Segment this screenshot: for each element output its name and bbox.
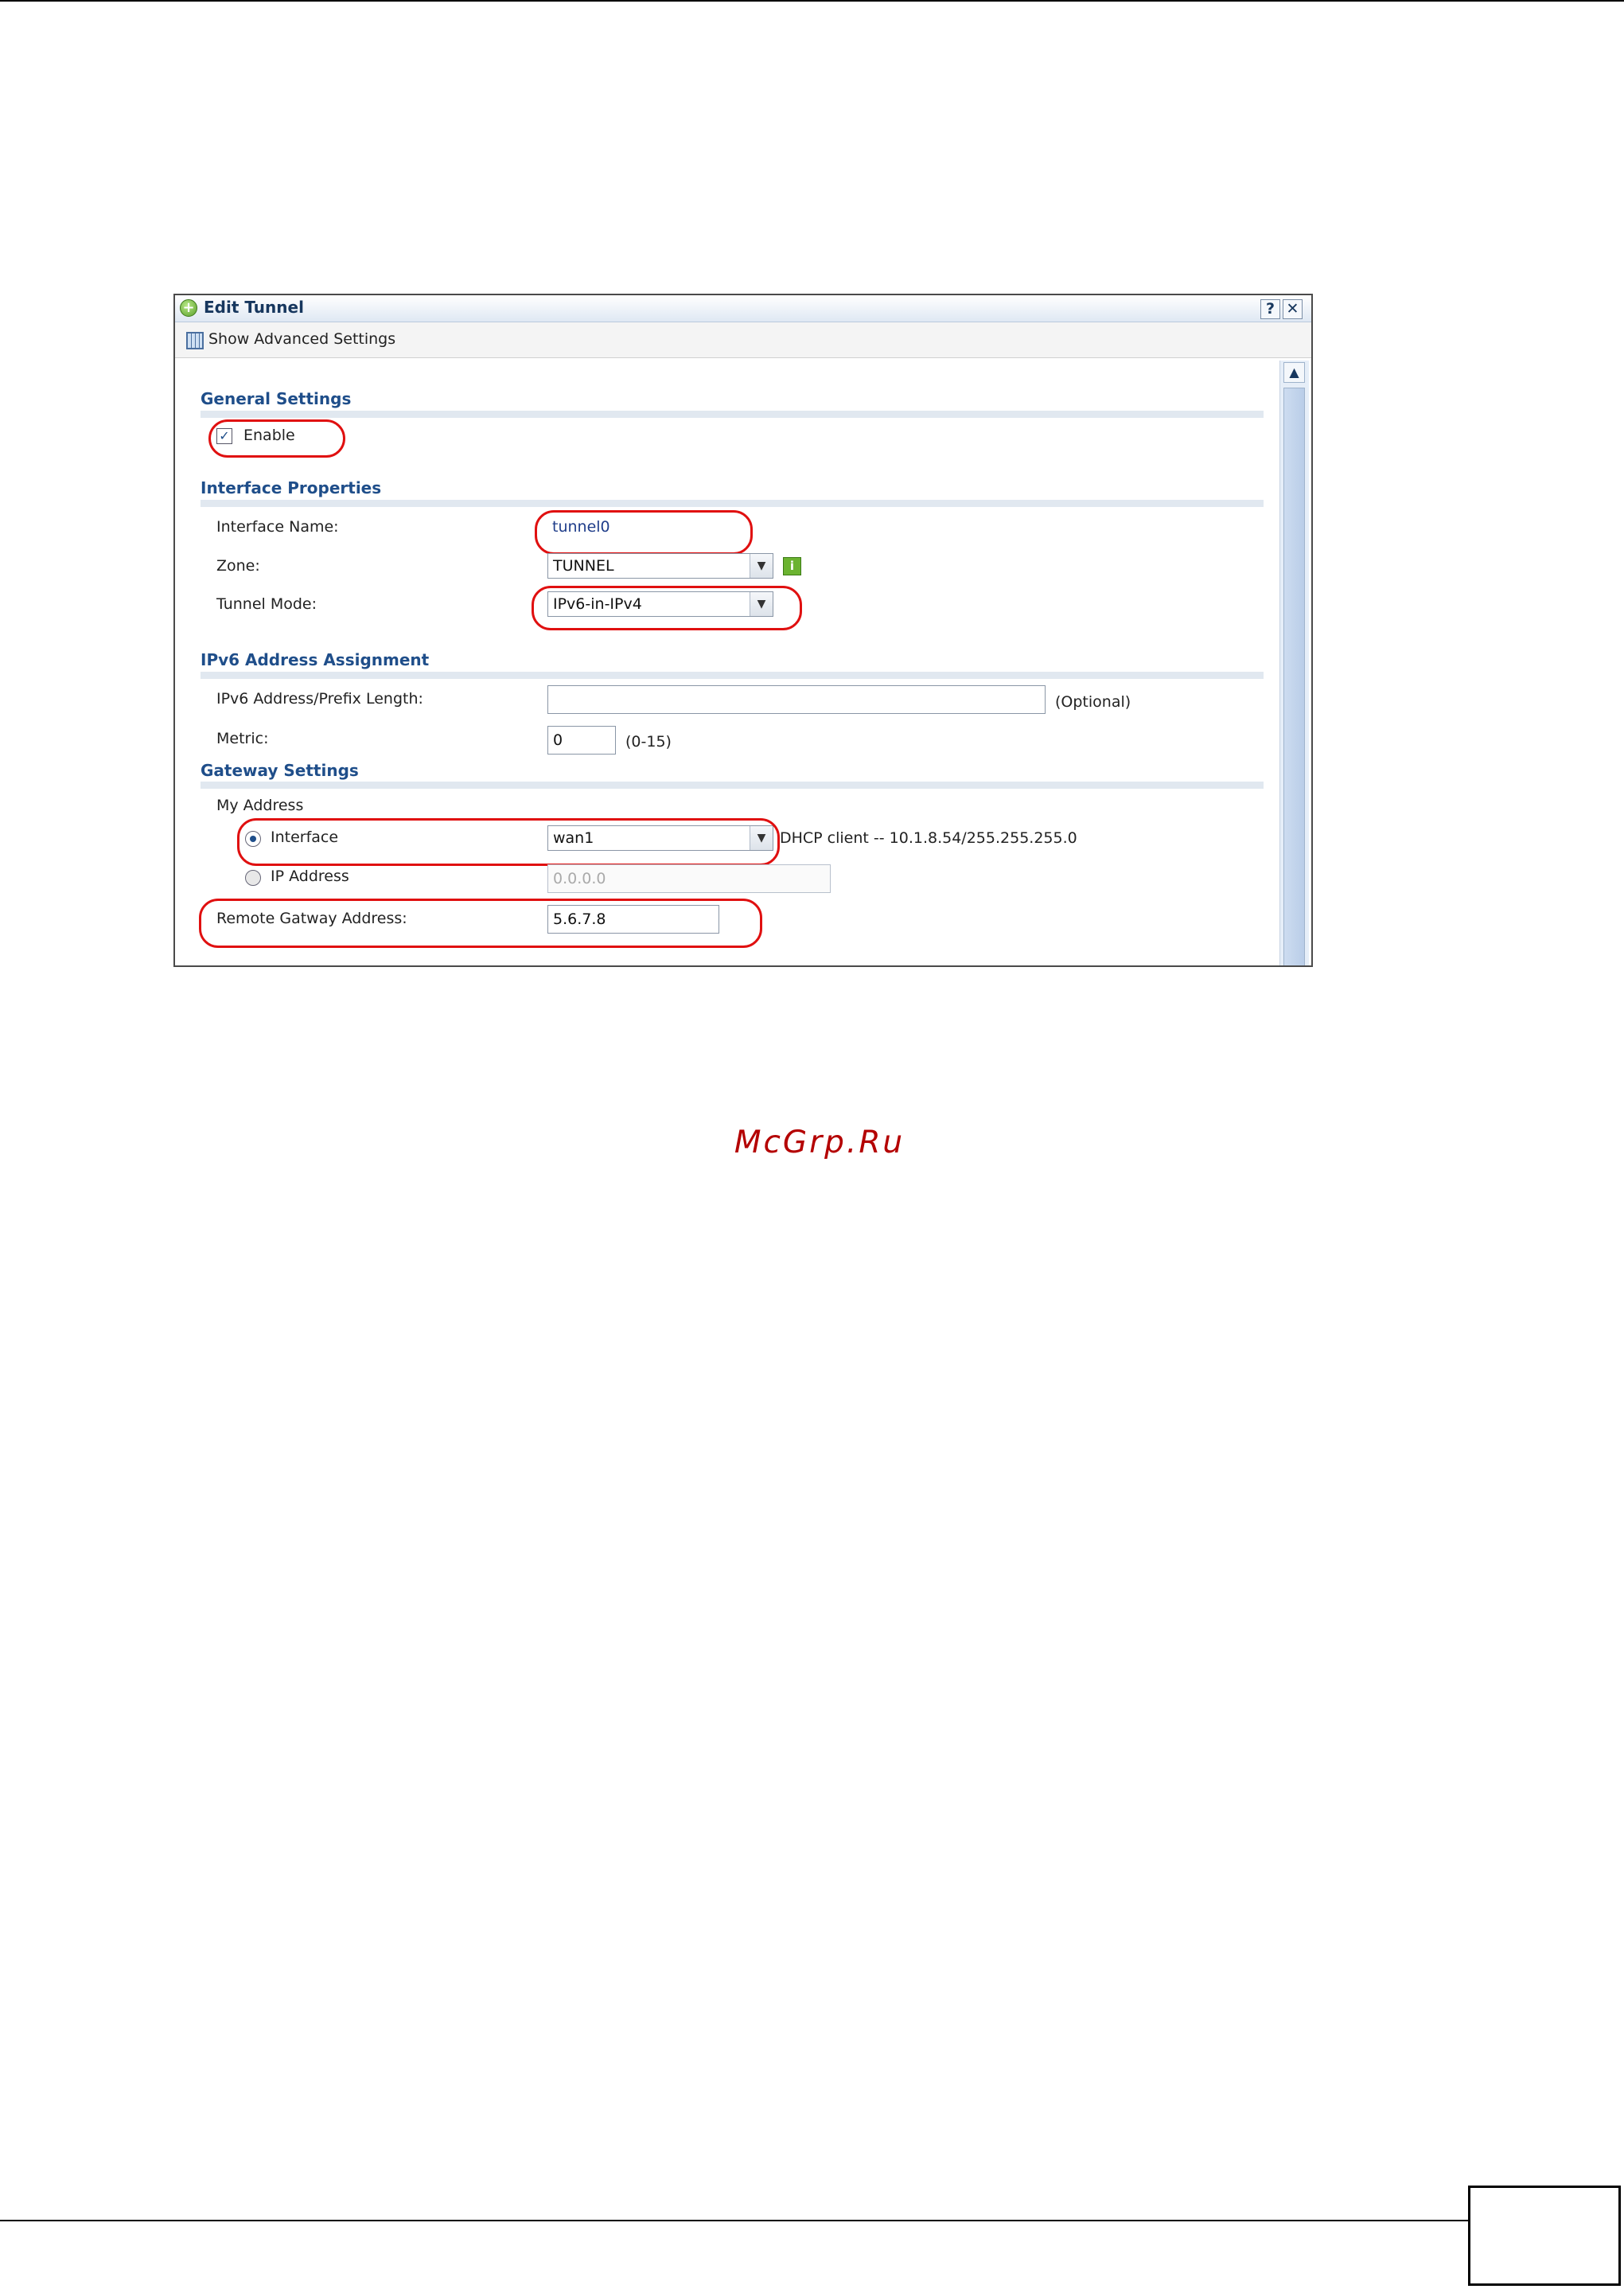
zone-label: Zone: [216,557,260,575]
page-top-rule [0,0,1624,2]
interface-radio[interactable] [245,831,261,847]
interface-radio-label: Interface [271,829,339,846]
metric-input[interactable]: 0 [547,726,616,755]
dialog-toolbar: Show Advanced Settings [175,322,1311,358]
ip-address-radio[interactable] [245,870,261,886]
metric-hint: (0-15) [625,733,672,751]
chevron-down-icon: ▼ [750,554,773,578]
ipv6-prefix-hint: (Optional) [1055,693,1131,711]
dhcp-client-info: DHCP client -- 10.1.8.54/255.255.255.0 [780,829,1077,847]
info-icon[interactable]: i [783,557,801,575]
page-number-box [1468,2186,1621,2286]
vertical-scrollbar[interactable]: ▲ [1279,361,1309,965]
section-gateway-settings: Gateway Settings [201,761,359,780]
interface-name-label: Interface Name: [216,518,339,536]
watermark-text: McGrp.Ru [734,1125,905,1160]
chevron-down-icon: ▼ [750,592,773,616]
section-divider [201,782,1264,789]
edit-tunnel-dialog: + Edit Tunnel ? ✕ Show Advanced Settings… [173,294,1313,967]
zone-select[interactable]: TUNNEL ▼ [547,553,773,579]
page-bottom-rule [0,2220,1468,2221]
metric-label: Metric: [216,730,269,747]
section-divider [201,411,1264,418]
section-ipv6-address-assignment: IPv6 Address Assignment [201,650,430,669]
help-button[interactable]: ? [1260,299,1280,319]
tunnel-mode-select-value: IPv6-in-IPv4 [553,595,642,613]
section-general-settings: General Settings [201,389,352,408]
ip-address-input[interactable]: 0.0.0.0 [547,864,831,893]
section-divider [201,672,1264,679]
ipv6-prefix-input[interactable] [547,685,1046,714]
chevron-down-icon: ▼ [750,826,773,850]
tunnel-mode-label: Tunnel Mode: [216,595,317,613]
scroll-up-icon[interactable]: ▲ [1283,362,1305,383]
enable-label: Enable [243,427,295,444]
enable-checkbox[interactable]: ✓ [216,428,232,444]
interface-name-value: tunnel0 [552,518,610,536]
tunnel-mode-select[interactable]: IPv6-in-IPv4 ▼ [547,591,773,617]
dialog-title: Edit Tunnel [204,298,304,317]
scroll-thumb[interactable] [1283,388,1305,965]
dialog-titlebar: + Edit Tunnel ? ✕ [175,295,1311,322]
ip-address-radio-label: IP Address [271,868,349,885]
section-divider [201,500,1264,507]
remote-gateway-label: Remote Gatway Address: [216,910,407,927]
remote-gateway-input[interactable]: 5.6.7.8 [547,905,719,934]
zone-select-value: TUNNEL [553,557,614,575]
ipv6-prefix-label: IPv6 Address/Prefix Length: [216,690,423,708]
close-button[interactable]: ✕ [1283,299,1303,319]
interface-select-value: wan1 [553,829,594,847]
edit-icon: + [180,299,197,317]
show-advanced-settings-button[interactable]: Show Advanced Settings [208,330,395,348]
interface-select[interactable]: wan1 ▼ [547,825,773,851]
table-icon [186,332,204,349]
section-interface-properties: Interface Properties [201,478,382,497]
my-address-label: My Address [216,797,304,814]
